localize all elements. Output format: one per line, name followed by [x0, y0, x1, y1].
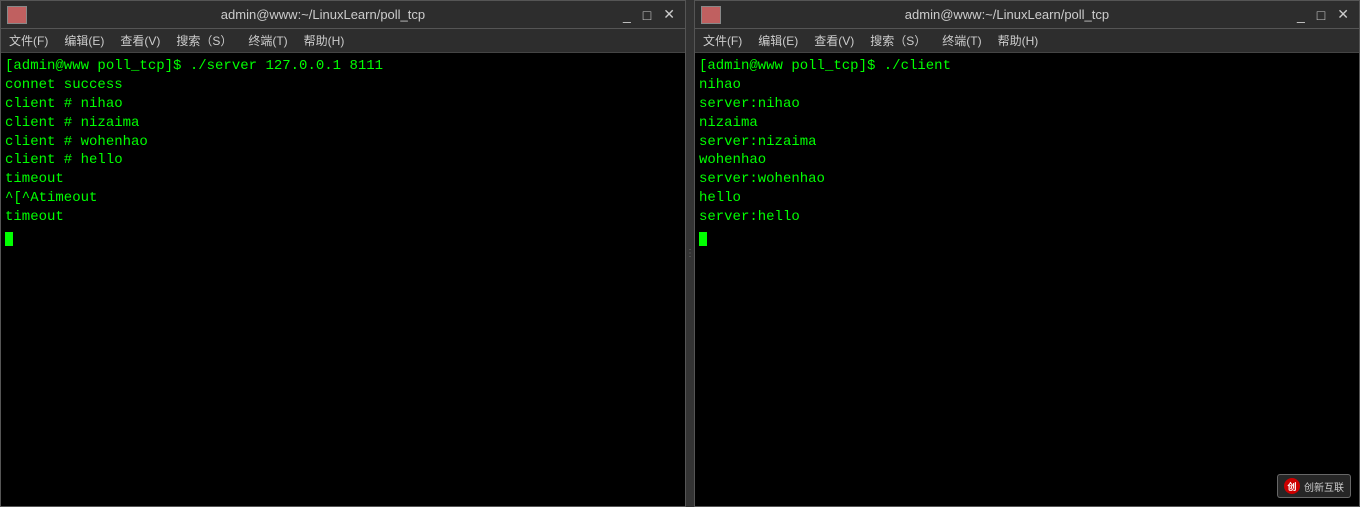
left-line-3: client # nihao: [5, 95, 681, 114]
right-line-6: wohenhao: [699, 151, 1355, 170]
right-title-bar-left: [701, 6, 721, 24]
left-close-button[interactable]: ✕: [659, 6, 679, 23]
right-menu-search[interactable]: 搜索（S）: [866, 30, 930, 51]
left-line-9: timeout: [5, 208, 681, 227]
left-line-5: client # wohenhao: [5, 133, 681, 152]
right-close-button[interactable]: ✕: [1333, 6, 1353, 23]
watermark-label: 创新互联: [1304, 479, 1344, 494]
left-terminal-window: admin@www:~/LinuxLearn/poll_tcp _ □ ✕ 文件…: [0, 0, 686, 507]
watermark: 创 创新互联: [1277, 474, 1351, 498]
right-line-1: [admin@www poll_tcp]$ ./client: [699, 57, 1355, 76]
right-minimize-button[interactable]: _: [1293, 7, 1309, 23]
left-line-6: client # hello: [5, 151, 681, 170]
right-line-4: nizaima: [699, 114, 1355, 133]
terminal-divider: ⋮: [686, 0, 694, 507]
left-minimize-button[interactable]: _: [619, 7, 635, 23]
right-menu-file[interactable]: 文件(F): [699, 30, 746, 51]
left-line-1: [admin@www poll_tcp]$ ./server 127.0.0.1…: [5, 57, 681, 76]
left-menu-edit[interactable]: 编辑(E): [60, 30, 108, 51]
right-menu-edit[interactable]: 编辑(E): [754, 30, 802, 51]
left-title-bar-left: [7, 6, 27, 24]
right-menu-help[interactable]: 帮助(H): [994, 30, 1043, 51]
right-line-9: server:hello: [699, 208, 1355, 227]
left-terminal-icon: [7, 6, 27, 24]
right-line-5: server:nizaima: [699, 133, 1355, 152]
right-line-3: server:nihao: [699, 95, 1355, 114]
left-menu-bar: 文件(F) 编辑(E) 查看(V) 搜索（S） 终端(T) 帮助(H): [1, 29, 685, 53]
right-line-10: [699, 227, 1355, 246]
left-cursor: [5, 232, 13, 246]
left-title-buttons: _ □ ✕: [619, 6, 679, 23]
left-line-10: [5, 227, 681, 246]
left-title-bar: admin@www:~/LinuxLearn/poll_tcp _ □ ✕: [1, 1, 685, 29]
left-menu-file[interactable]: 文件(F): [5, 30, 52, 51]
right-line-7: server:wohenhao: [699, 170, 1355, 189]
right-menu-bar: 文件(F) 编辑(E) 查看(V) 搜索（S） 终端(T) 帮助(H): [695, 29, 1359, 53]
right-cursor: [699, 232, 707, 246]
left-title-text: admin@www:~/LinuxLearn/poll_tcp: [27, 7, 619, 22]
left-terminal-content[interactable]: [admin@www poll_tcp]$ ./server 127.0.0.1…: [1, 53, 685, 506]
watermark-icon-text: 创: [1287, 480, 1296, 493]
right-terminal-content[interactable]: [admin@www poll_tcp]$ ./client nihao ser…: [695, 53, 1359, 506]
right-line-2: nihao: [699, 76, 1355, 95]
left-menu-terminal[interactable]: 终端(T): [244, 30, 291, 51]
left-maximize-button[interactable]: □: [639, 7, 655, 23]
left-line-2: connet success: [5, 76, 681, 95]
left-line-4: client # nizaima: [5, 114, 681, 133]
right-title-bar: admin@www:~/LinuxLearn/poll_tcp _ □ ✕: [695, 1, 1359, 29]
right-menu-view[interactable]: 查看(V): [810, 30, 858, 51]
left-line-8: ^[^Atimeout: [5, 189, 681, 208]
right-title-text: admin@www:~/LinuxLearn/poll_tcp: [721, 7, 1293, 22]
watermark-icon: 创: [1284, 478, 1300, 494]
left-line-7: timeout: [5, 170, 681, 189]
right-terminal-icon: [701, 6, 721, 24]
left-menu-help[interactable]: 帮助(H): [300, 30, 349, 51]
left-menu-search[interactable]: 搜索（S）: [172, 30, 236, 51]
right-line-8: hello: [699, 189, 1355, 208]
right-terminal-window: admin@www:~/LinuxLearn/poll_tcp _ □ ✕ 文件…: [694, 0, 1360, 507]
left-menu-view[interactable]: 查看(V): [116, 30, 164, 51]
right-maximize-button[interactable]: □: [1313, 7, 1329, 23]
right-title-buttons: _ □ ✕: [1293, 6, 1353, 23]
right-menu-terminal[interactable]: 终端(T): [938, 30, 985, 51]
